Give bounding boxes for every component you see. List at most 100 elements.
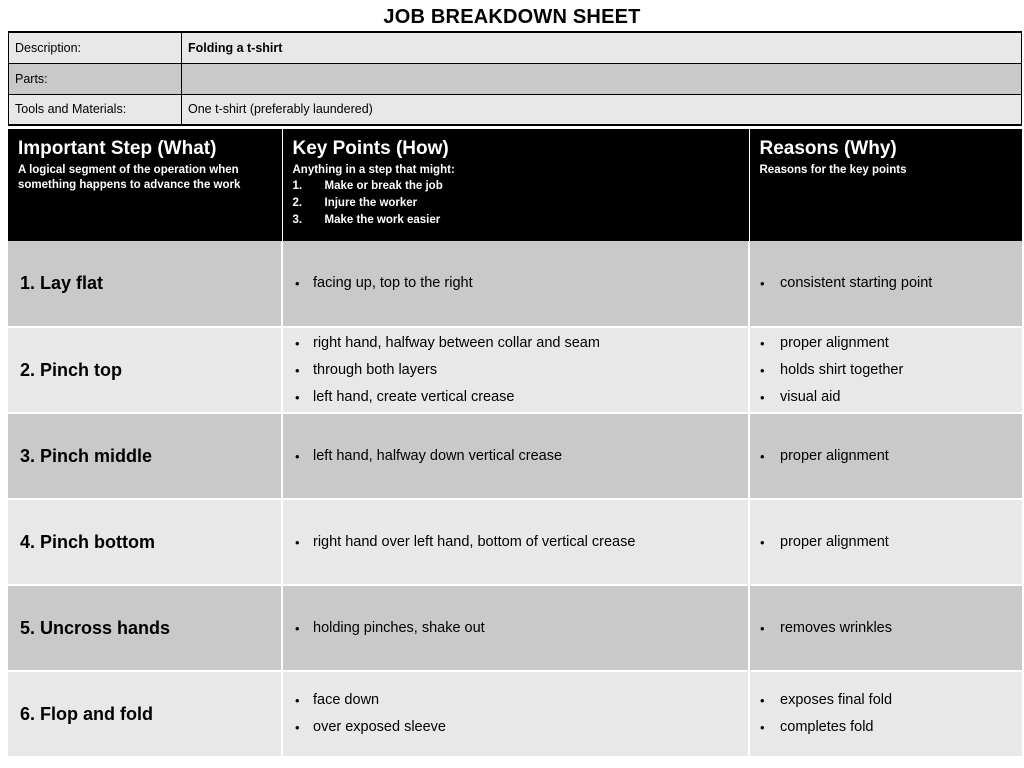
bullet-icon: •: [760, 276, 765, 291]
key-point-item: • holding pinches, shake out: [283, 615, 740, 642]
key-point-list: • left hand, halfway down vertical crease: [283, 443, 740, 470]
key-point-text: left hand, create vertical crease: [313, 388, 515, 405]
reason-item: • visual aid: [750, 384, 1014, 411]
column-header-reasons: Reasons (Why) Reasons for the key points: [749, 129, 1022, 241]
job-breakdown-table-header: Important Step (What) A logical segment …: [8, 129, 1022, 241]
table-row: 5. Uncross hands • holding pinches, shake …: [8, 585, 1022, 672]
reason-text: holds shirt together: [780, 361, 904, 378]
info-row-value[interactable]: [181, 62, 1022, 95]
bullet-icon: •: [760, 335, 765, 351]
key-point-item: • through both layers: [283, 357, 740, 384]
column-title-important-step: Important Step (What): [18, 138, 217, 159]
bullet-icon: •: [295, 448, 300, 464]
reason-item: • removes wrinkles: [750, 615, 1014, 642]
key-point-list: • right hand, halfway between collar and …: [283, 330, 740, 411]
info-row-value[interactable]: Folding a t-shirt: [181, 31, 1022, 64]
bullet-icon: •: [760, 693, 765, 708]
key-point-item: • over exposed sleeve: [283, 714, 740, 741]
column-header-important-step: Important Step (What) A logical segment …: [8, 129, 283, 241]
bullet-icon: •: [295, 534, 300, 550]
info-row: Description: Folding a t-shirt: [8, 31, 1022, 64]
reason-item: • completes fold: [750, 714, 1014, 741]
criteria-text: Make the work easier: [324, 214, 441, 226]
table-row: 6. Flop and fold • face down • over exposed …: [8, 671, 1022, 758]
reason-text: visual aid: [780, 388, 841, 405]
important-step-cell: 1. Lay flat: [8, 241, 283, 328]
important-step-cell: 4. Pinch bottom: [8, 499, 283, 586]
key-points-criteria-item: 2. Injure the worker: [293, 195, 739, 212]
key-point-list: • right hand over left hand, bottom of ve…: [283, 529, 740, 556]
reason-text: exposes final fold: [780, 692, 893, 708]
job-info-table: Description: Folding a t-shirt Parts: Tools…: [8, 31, 1022, 126]
bullet-icon: •: [760, 389, 765, 405]
key-points-cell: • right hand over left hand, bottom of ve…: [282, 499, 750, 586]
reason-list: • consistent starting point: [750, 270, 1014, 297]
key-point-text: right hand over left hand, bottom of ver…: [313, 533, 636, 550]
criteria-number: 1.: [292, 180, 303, 192]
criteria-number: 3.: [292, 214, 303, 226]
reasons-cell: • proper alignment • holds shirt together • v…: [749, 327, 1022, 414]
bullet-icon: •: [295, 620, 300, 636]
info-row-label: Parts:: [8, 62, 182, 95]
bullet-icon: •: [295, 720, 300, 735]
reasons-cell: • exposes final fold • completes fold: [749, 671, 1022, 758]
reasons-cell: • proper alignment: [749, 413, 1022, 500]
table-row: 2. Pinch top • right hand, halfway between…: [8, 327, 1022, 414]
reasons-cell: • consistent starting point: [749, 241, 1022, 328]
page-title: JOB BREAKDOWN SHEET: [383, 6, 641, 28]
column-header-key-points: Key Points (How) Anything in a step that…: [282, 129, 750, 241]
important-step-cell: 6. Flop and fold: [8, 671, 283, 758]
bullet-icon: •: [760, 620, 765, 636]
table-row: 1. Lay flat • facing up, top to the right •…: [8, 241, 1022, 328]
key-point-list: • holding pinches, shake out: [283, 615, 740, 642]
reason-item: • proper alignment: [750, 443, 1014, 470]
column-title-reasons: Reasons (Why): [759, 138, 897, 159]
criteria-number: 2.: [292, 197, 303, 209]
key-point-item: • right hand over left hand, bottom of ve…: [283, 529, 740, 556]
key-points-criteria-item: 1. Make or break the job: [293, 178, 739, 195]
info-row-label: Description:: [8, 31, 182, 64]
key-points-cell: • holding pinches, shake out: [282, 585, 750, 672]
bullet-icon: •: [295, 693, 300, 708]
key-point-item: • facing up, top to the right: [283, 270, 740, 297]
column-title-key-points: Key Points (How): [292, 138, 449, 159]
key-point-item: • right hand, halfway between collar and …: [283, 330, 740, 357]
bullet-icon: •: [295, 335, 300, 351]
reason-item: • consistent starting point: [750, 270, 1014, 297]
reason-text: removes wrinkles: [780, 619, 892, 636]
key-points-cell: • left hand, halfway down vertical crease: [282, 413, 750, 500]
reason-item: • holds shirt together: [750, 357, 1014, 384]
info-row: Parts:: [8, 62, 1022, 95]
bullet-icon: •: [760, 720, 765, 735]
important-step-cell: 5. Uncross hands: [8, 585, 283, 672]
key-points-cell: • face down • over exposed sleeve: [282, 671, 750, 758]
key-points-cell: • facing up, top to the right: [282, 241, 750, 328]
important-step-cell: 3. Pinch middle: [8, 413, 283, 500]
column-subtitle-key-points: Anything in a step that might:: [292, 164, 455, 176]
reason-text: completes fold: [780, 719, 874, 735]
info-row-label: Tools and Materials:: [8, 93, 182, 126]
bullet-icon: •: [760, 362, 765, 378]
table-row: 3. Pinch middle • left hand, halfway down …: [8, 413, 1022, 500]
reason-list: • proper alignment: [750, 443, 1014, 470]
info-row: Tools and Materials: One t-shirt (prefera…: [8, 93, 1022, 126]
reason-text: proper alignment: [780, 447, 889, 464]
key-points-criteria-item: 3. Make the work easier: [293, 212, 739, 229]
key-point-item: • left hand, create vertical crease: [283, 384, 740, 411]
job-breakdown-table-body: 1. Lay flat • facing up, top to the right •…: [8, 241, 1022, 758]
reason-list: • proper alignment • holds shirt together • v…: [750, 330, 1014, 411]
bullet-icon: •: [295, 389, 300, 405]
reason-item: • exposes final fold: [750, 687, 1014, 714]
reason-list: • removes wrinkles: [750, 615, 1014, 642]
key-point-text: through both layers: [313, 361, 438, 378]
reasons-cell: • proper alignment: [749, 499, 1022, 586]
important-step-cell: 2. Pinch top: [8, 327, 283, 414]
criteria-text: Make or break the job: [324, 180, 443, 192]
key-point-item: • left hand, halfway down vertical crease: [283, 443, 740, 470]
reason-item: • proper alignment: [750, 330, 1014, 357]
column-subtitle-important-step: A logical segment of the operation when …: [18, 164, 241, 191]
reason-item: • proper alignment: [750, 529, 1014, 556]
info-row-value[interactable]: One t-shirt (preferably laundered): [181, 93, 1022, 126]
reason-text: consistent starting point: [780, 275, 933, 291]
reason-text: proper alignment: [780, 334, 889, 351]
